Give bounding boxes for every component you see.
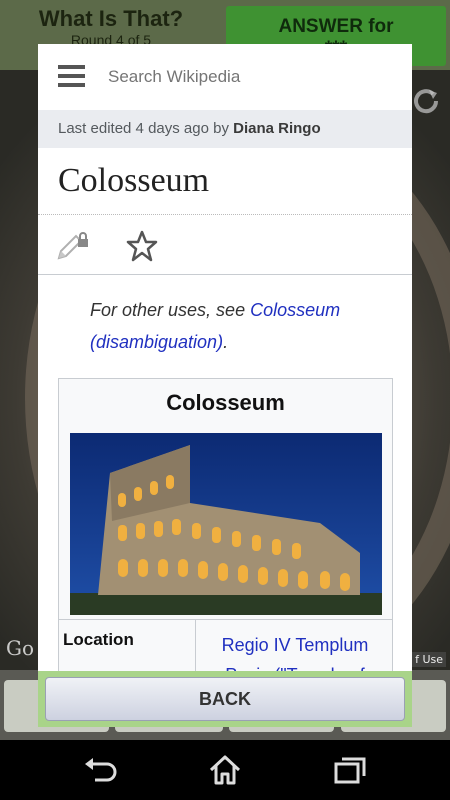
page-title: Colosseum (58, 162, 210, 199)
refresh-icon[interactable] (409, 84, 443, 118)
wiki-header (38, 44, 412, 110)
infobox: Colosseum Location Regio IV Templum (58, 378, 393, 671)
edit-locked-icon[interactable] (56, 230, 90, 262)
wikipedia-dialog: Last edited 4 days ago by Diana Ringo Co… (38, 44, 412, 671)
menu-icon[interactable] (58, 65, 85, 89)
back-button[interactable]: BACK (45, 677, 405, 721)
search-input[interactable] (108, 60, 398, 94)
last-edited-bar[interactable]: Last edited 4 days ago by Diana Ringo (38, 110, 412, 148)
answer-button-label: ANSWER for (278, 16, 394, 37)
location-link[interactable]: Regio IV Templum Pacis ("Temple of (205, 630, 385, 671)
map-attribution: Go (6, 636, 35, 660)
last-edited-text: Last edited 4 days ago by (58, 120, 234, 137)
game-title: What Is That? (38, 6, 184, 31)
title-divider (38, 214, 412, 215)
hatnote-prefix: For other uses, see (90, 300, 251, 320)
home-icon[interactable] (205, 752, 245, 788)
last-edited-user[interactable]: Diana Ringo (233, 120, 321, 137)
hatnote-suffix: . (223, 332, 229, 352)
colosseum-image[interactable] (70, 433, 382, 615)
star-icon[interactable] (126, 230, 158, 262)
recents-icon[interactable] (330, 752, 370, 788)
map-terms-link[interactable]: f Use (412, 652, 446, 667)
infobox-location-row: Location Regio IV Templum Pacis ("Temple… (59, 619, 392, 671)
toolbar-divider (38, 274, 412, 275)
hatnote: For other uses, see Colosseum (disambigu… (90, 294, 390, 358)
location-label: Location (63, 630, 134, 649)
back-nav-icon[interactable] (81, 752, 121, 788)
infobox-title: Colosseum (166, 390, 285, 415)
location-separator (195, 620, 196, 671)
